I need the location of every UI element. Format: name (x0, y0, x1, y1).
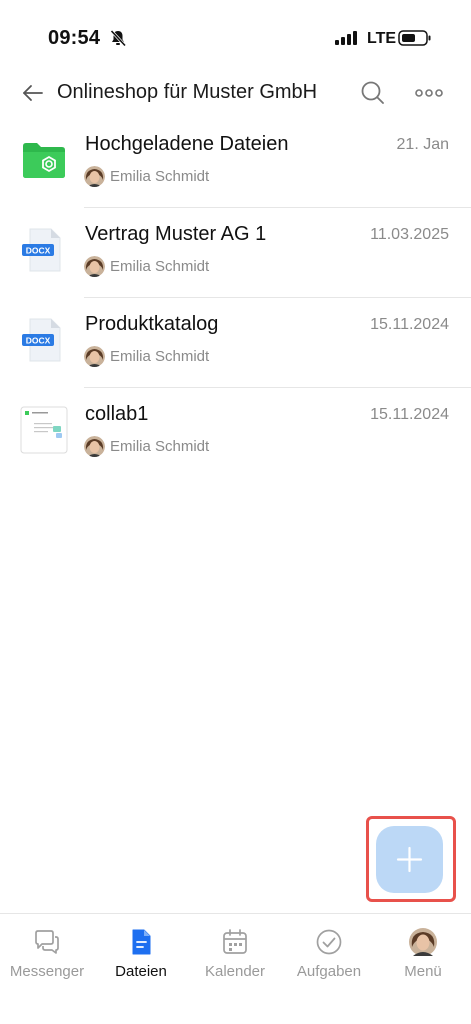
status-bar: 09:54 LTE (0, 0, 471, 76)
nav-item-menu[interactable]: Menü (376, 914, 470, 994)
file-list: Hochgeladene Dateien 21. Jan Emilia Schm… (0, 118, 471, 478)
file-date: 15.11.2024 (370, 406, 449, 423)
check-circle-icon (316, 929, 342, 955)
board-thumbnail-icon (20, 406, 68, 454)
nav-item-dateien[interactable]: Dateien (94, 914, 188, 994)
file-name: Vertrag Muster AG 1 (85, 223, 267, 245)
arrow-left-icon[interactable] (20, 80, 46, 106)
owner-name: Emilia Schmidt (110, 168, 210, 185)
chat-bubbles-icon (35, 930, 59, 954)
docx-badge: DOCX (26, 336, 51, 346)
search-icon[interactable] (359, 79, 387, 107)
more-horizontal-icon[interactable] (414, 79, 444, 107)
nav-item-messenger[interactable]: Messenger (0, 914, 94, 994)
network-label: LTE (367, 30, 397, 47)
docx-badge: DOCX (26, 246, 51, 256)
bottom-nav: Messenger Dateien Kalender Aufgaben Menü (0, 913, 471, 1024)
status-time: 09:54 (48, 27, 101, 49)
file-row-hochgeladene-dateien[interactable]: Hochgeladene Dateien 21. Jan Emilia Schm… (0, 118, 471, 208)
page-title: Onlineshop für Muster GmbH (57, 81, 318, 103)
file-name: collab1 (85, 403, 149, 425)
nav-label: Aufgaben (296, 963, 362, 980)
cellular-signal-icon (335, 31, 357, 45)
file-row-produktkatalog[interactable]: DOCX Produktkatalog 15.11.2024 Emilia Sc… (0, 298, 471, 388)
calendar-icon (223, 929, 247, 954)
nav-item-kalender[interactable]: Kalender (188, 914, 282, 994)
nav-label: Kalender (204, 963, 266, 980)
nav-item-aufgaben[interactable]: Aufgaben (282, 914, 376, 994)
owner-name: Emilia Schmidt (110, 348, 210, 365)
file-name: Produktkatalog (85, 313, 219, 335)
document-icon (132, 929, 151, 955)
avatar (84, 256, 105, 277)
folder-icon (23, 143, 65, 178)
nav-label: Messenger (9, 963, 85, 980)
file-name: Hochgeladene Dateien (85, 133, 289, 155)
avatar (84, 436, 105, 457)
battery-icon (398, 30, 431, 46)
file-row-collab1[interactable]: collab1 15.11.2024 Emilia Schmidt (0, 388, 471, 478)
nav-label: Menü (404, 963, 442, 980)
file-date: 11.03.2025 (370, 226, 449, 243)
owner-name: Emilia Schmidt (110, 438, 210, 455)
plus-icon (396, 846, 423, 873)
file-date: 15.11.2024 (370, 316, 449, 333)
avatar (84, 346, 105, 367)
app-header: Onlineshop für Muster GmbH (0, 70, 471, 116)
avatar (409, 928, 437, 956)
avatar (84, 166, 105, 187)
add-file-button[interactable] (376, 826, 443, 893)
file-row-vertrag-muster-ag-1[interactable]: DOCX Vertrag Muster AG 1 11.03.2025 Emil… (0, 208, 471, 298)
bell-muted-icon (110, 29, 127, 47)
docx-file-icon: DOCX (22, 228, 61, 272)
file-date: 21. Jan (396, 136, 449, 153)
docx-file-icon: DOCX (22, 318, 61, 362)
nav-label: Dateien (115, 963, 167, 980)
owner-name: Emilia Schmidt (110, 258, 210, 275)
